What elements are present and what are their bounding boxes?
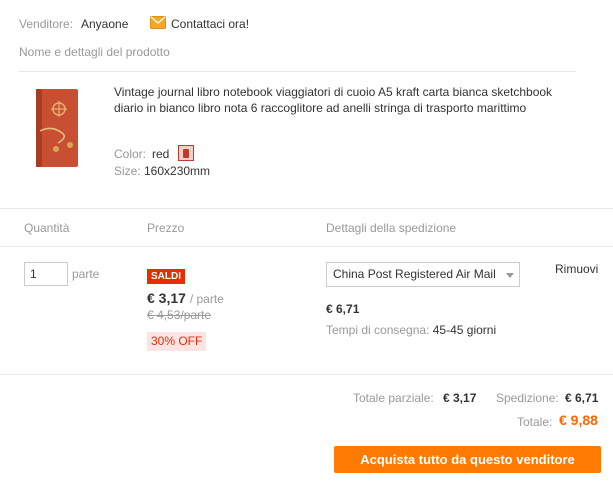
column-header-shipping: Dettagli della spedizione [326, 221, 457, 235]
product-title[interactable]: Vintage journal libro notebook viaggiato… [114, 84, 554, 116]
quantity-unit: parte [72, 267, 100, 281]
price-value: € 3,17 [147, 290, 186, 306]
chevron-down-icon [506, 273, 514, 278]
total-value: € 9,88 [559, 412, 598, 428]
unit-price: € 3,17 / parte [147, 290, 224, 306]
total-label: Totale: [517, 415, 553, 429]
divider [19, 71, 576, 72]
subtotal-value: € 3,17 [443, 391, 477, 405]
size-value: 160x230mm [144, 164, 211, 178]
color-label: Color: [114, 147, 147, 161]
buy-all-from-seller-button[interactable]: Acquista tutto da questo venditore [334, 446, 601, 473]
shipping-total-label: Spedizione: [496, 391, 559, 405]
divider [0, 374, 613, 375]
shipping-total-value: € 6,71 [565, 391, 599, 405]
subtotal-label: Totale parziale: [353, 391, 434, 405]
seller-label: Venditore: [19, 17, 74, 31]
shipping-method-select[interactable]: China Post Registered Air Mail [326, 262, 520, 287]
delivery-value: 45-45 giorni [432, 323, 497, 337]
envelope-icon[interactable] [150, 16, 166, 29]
remove-item-link[interactable]: Rimuovi [555, 262, 598, 276]
divider [0, 208, 613, 209]
color-value: red [152, 147, 170, 161]
shipping-method-value: China Post Registered Air Mail [333, 267, 496, 281]
seller-name[interactable]: Anyaone [81, 17, 128, 31]
column-header-price: Prezzo [147, 221, 185, 235]
product-thumbnail[interactable] [32, 87, 82, 171]
delivery-time: Tempi di consegna: 45-45 giorni [326, 323, 496, 337]
size-label: Size: [114, 164, 141, 178]
product-section-heading: Nome e dettagli del prodotto [19, 45, 170, 59]
discount-badge: 30% OFF [147, 332, 207, 351]
contact-seller-link[interactable]: Contattaci ora! [171, 17, 249, 31]
color-swatch [178, 145, 194, 161]
shipping-price: € 6,71 [326, 302, 360, 316]
divider [0, 246, 613, 247]
quantity-input[interactable] [24, 262, 68, 286]
sale-badge: SALDI [147, 269, 185, 284]
delivery-label: Tempi di consegna: [326, 323, 430, 337]
price-unit: / parte [189, 292, 224, 306]
original-price: € 4,53/parte [147, 308, 212, 322]
column-header-quantity: Quantità [24, 221, 70, 235]
